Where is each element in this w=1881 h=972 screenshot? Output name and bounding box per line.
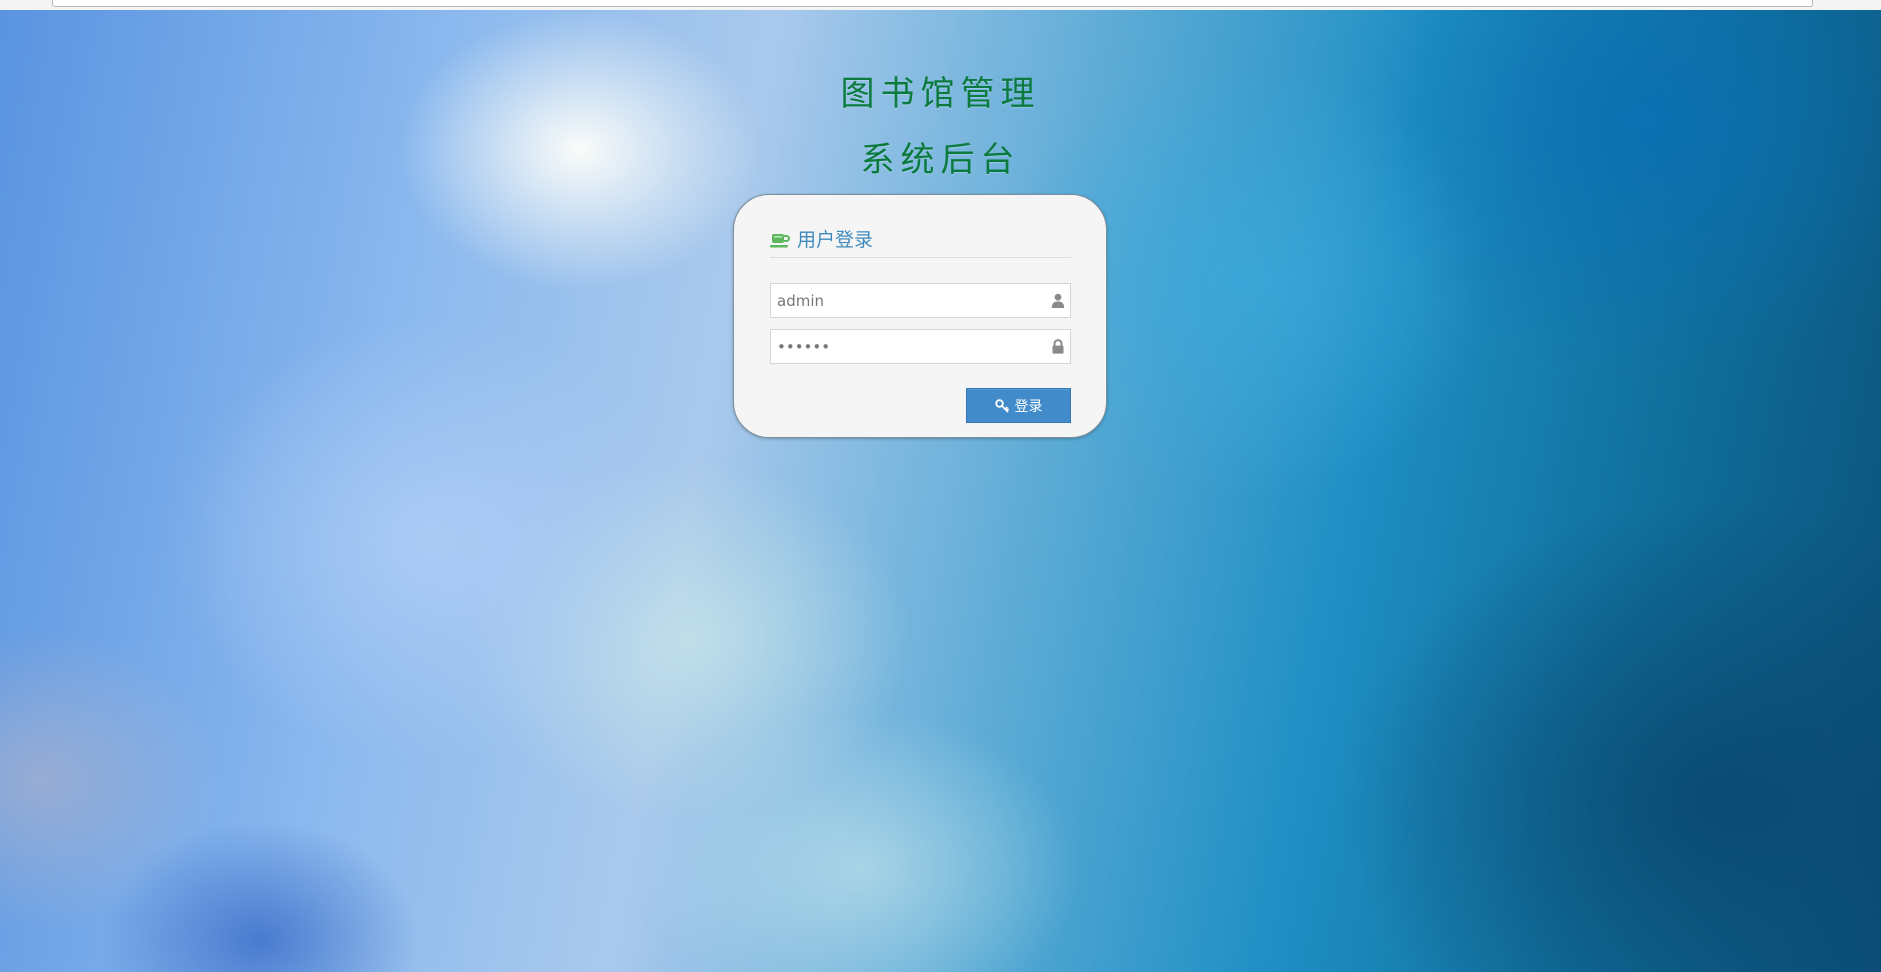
- username-field-wrapper: [770, 283, 1071, 318]
- lock-icon: [1051, 339, 1065, 354]
- username-input[interactable]: [771, 284, 1041, 317]
- coffee-cup-icon: [770, 231, 790, 249]
- address-bar[interactable]: [52, 0, 1813, 7]
- password-field-wrapper: [770, 329, 1071, 364]
- key-icon: [994, 398, 1009, 413]
- login-button[interactable]: 登录: [966, 388, 1071, 423]
- browser-top-bar: [0, 0, 1881, 10]
- login-header: 用户登录: [770, 229, 1071, 258]
- user-icon: [1051, 293, 1065, 308]
- page-heading-line1: 图书馆管理: [840, 74, 1041, 114]
- page-heading-line2: 系统后台: [860, 140, 1021, 180]
- login-button-label: 登录: [1014, 398, 1043, 415]
- password-input[interactable]: [771, 330, 1041, 363]
- login-panel: 用户登录 登录: [733, 194, 1107, 438]
- login-title: 用户登录: [797, 229, 874, 251]
